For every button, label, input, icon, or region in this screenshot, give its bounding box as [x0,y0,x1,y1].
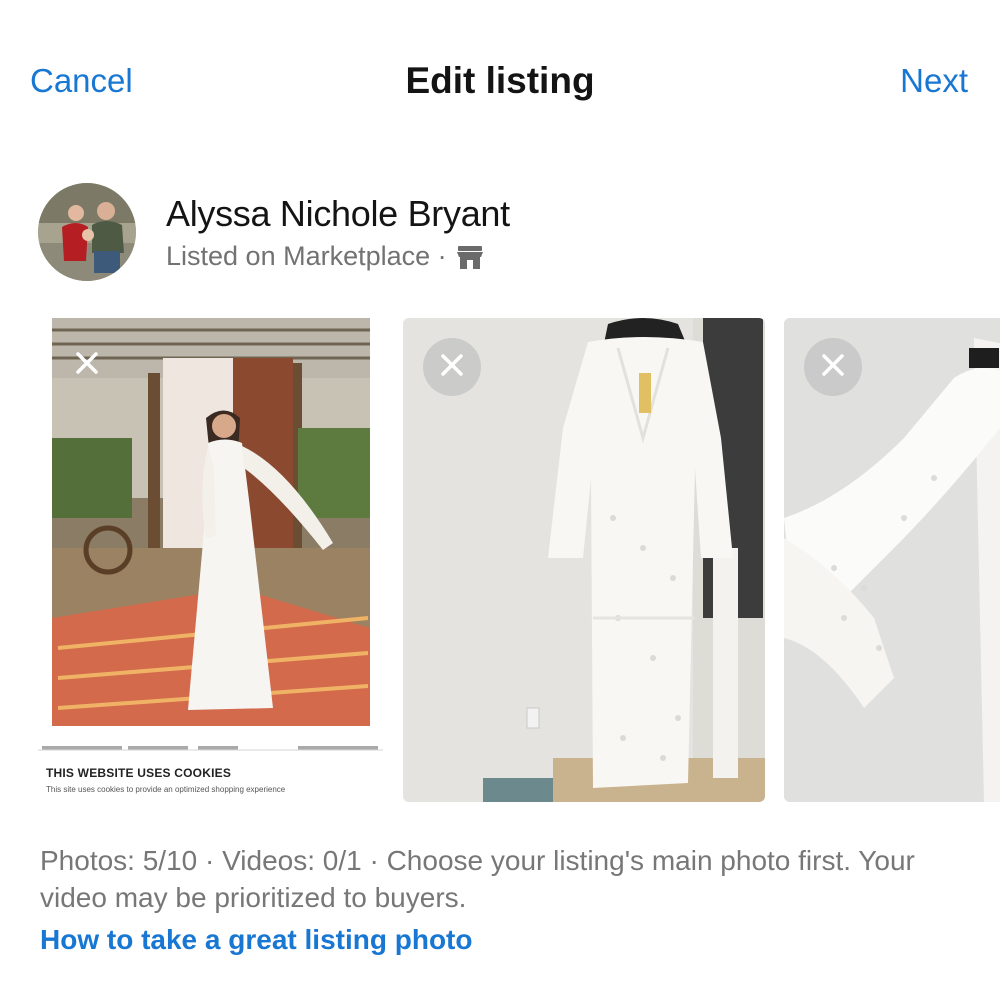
photo-carousel[interactable]: THIS WEBSITE USES COOKIES This site uses… [0,318,1000,804]
close-icon [439,352,465,383]
seller-profile: Alyssa Nichole Bryant Listed on Marketpl… [38,183,968,283]
remove-photo-button[interactable] [804,338,862,396]
close-icon [74,350,100,381]
next-button[interactable]: Next [900,62,968,100]
listing-status-text: Listed on Marketplace · [166,241,447,271]
cookie-banner-title: THIS WEBSITE USES COOKIES [46,766,232,780]
listing-photo[interactable] [784,318,1000,802]
close-icon [820,352,846,383]
avatar [38,183,136,281]
listing-photo-tips-link[interactable]: How to take a great listing photo [40,924,472,956]
remove-photo-button[interactable] [423,338,481,396]
remove-photo-button[interactable] [58,336,116,394]
page-title: Edit listing [405,60,595,101]
listing-status: Listed on Marketplace · [166,241,485,272]
listing-photo[interactable]: THIS WEBSITE USES COOKIES This site uses… [38,318,383,802]
cookie-banner-text: This site uses cookies to provide an opt… [46,785,286,794]
top-nav-bar: Cancel Edit listing Next [0,0,1000,170]
photo-count-caption: Photos: 5/10 · Videos: 0/1 · Choose your… [40,845,915,913]
storefront-icon [455,242,485,272]
seller-name[interactable]: Alyssa Nichole Bryant [166,193,510,235]
listing-photo[interactable] [403,318,765,802]
